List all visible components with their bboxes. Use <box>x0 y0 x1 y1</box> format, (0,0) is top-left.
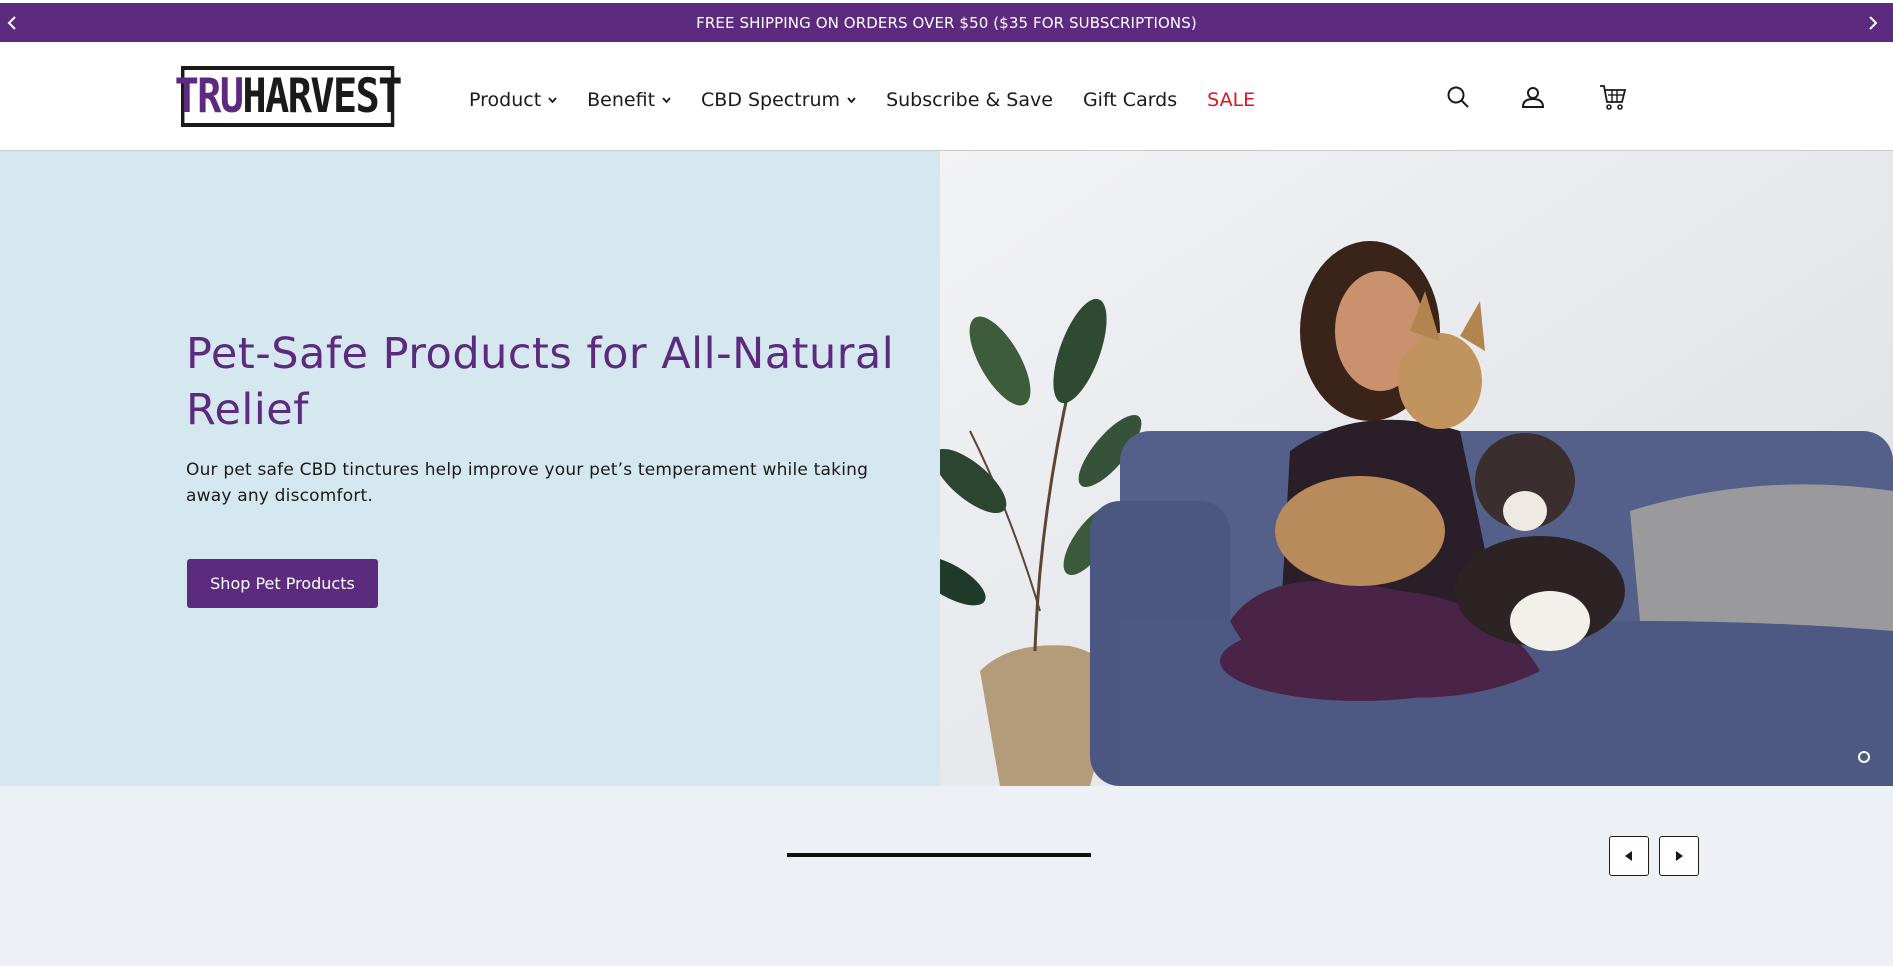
chevron-left-icon[interactable] <box>0 3 24 42</box>
caret-down-icon <box>662 97 671 103</box>
nav-item-label: Subscribe & Save <box>886 89 1053 111</box>
logo-harvest: HARVEST <box>242 69 402 124</box>
hero-image <box>940 151 1893 786</box>
nav-item-sale[interactable]: SALE <box>1207 89 1255 111</box>
caret-down-icon <box>548 97 557 103</box>
nav-item-product[interactable]: Product <box>469 89 557 111</box>
carousel-prev-button[interactable] <box>1609 836 1649 876</box>
nav-item-label: CBD Spectrum <box>701 89 841 111</box>
carousel-next-button[interactable] <box>1659 836 1699 876</box>
hero-title: Pet-Safe Products for All-Natural Relief <box>186 329 895 435</box>
nav-item-label: SALE <box>1207 89 1256 111</box>
header-icons <box>1443 82 1628 112</box>
nav-item-label: Benefit <box>587 89 656 111</box>
nav-item-benefit[interactable]: Benefit <box>587 89 671 111</box>
nav-item-subscribe-save[interactable]: Subscribe & Save <box>886 89 1053 111</box>
nav-item-gift-cards[interactable]: Gift Cards <box>1083 89 1177 111</box>
account-icon[interactable] <box>1518 82 1548 112</box>
cart-icon[interactable] <box>1598 82 1628 112</box>
shop-pet-products-button[interactable]: Shop Pet Products <box>187 559 378 608</box>
brand-logo[interactable]: TRU HARVEST <box>175 66 402 127</box>
caret-down-icon <box>847 97 856 103</box>
search-icon[interactable] <box>1443 82 1473 112</box>
nav-item-cbd-spectrum[interactable]: CBD Spectrum <box>701 89 856 111</box>
hero-subtitle: Our pet safe CBD tinctures help improve … <box>186 460 869 506</box>
triangle-left-icon <box>1625 849 1633 864</box>
chevron-right-icon[interactable] <box>1861 3 1885 42</box>
main-nav: Product Benefit CBD Spectrum Subscribe &… <box>469 84 1285 116</box>
hero-photo <box>940 151 1893 786</box>
logo-tru: TRU <box>174 69 245 124</box>
announcement-bar: FREE SHIPPING ON ORDERS OVER $50 ($35 FO… <box>0 3 1893 42</box>
triangle-right-icon <box>1675 849 1683 864</box>
announcement-text: FREE SHIPPING ON ORDERS OVER $50 ($35 FO… <box>696 13 1197 32</box>
lower-carousel-section <box>0 786 1893 966</box>
slide-indicator-dot[interactable] <box>1858 751 1870 763</box>
hero-text-panel: Pet-Safe Products for All-Natural Relief… <box>0 151 940 786</box>
carousel-progress-fill <box>787 853 1091 857</box>
nav-item-label: Gift Cards <box>1082 89 1178 111</box>
site-header: TRU HARVEST Product Benefit CBD Spectrum … <box>0 42 1893 151</box>
nav-item-label: Product <box>469 89 542 111</box>
